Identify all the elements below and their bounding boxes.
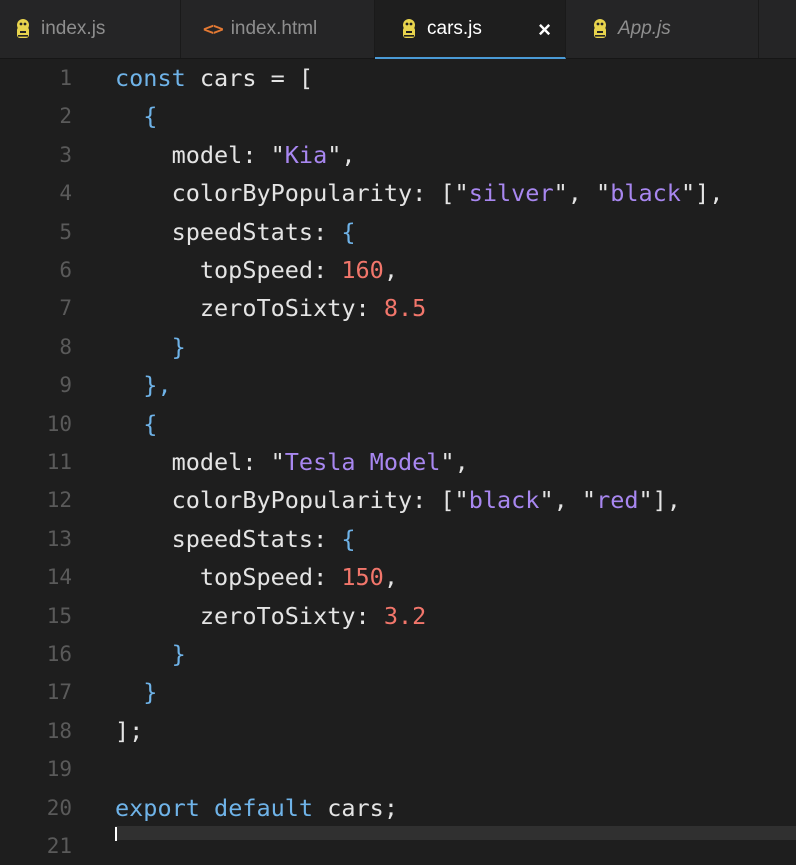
code-string: Tesla Model (284, 448, 441, 476)
code-keyword: default (214, 793, 314, 822)
code-brace: } (171, 640, 186, 668)
code-text: colorByPopularity: [" (171, 179, 469, 208)
code-text: ", " (553, 179, 611, 208)
code-number: 160 (341, 256, 384, 284)
code-line-12: colorByPopularity: ["black", "red"], (115, 481, 681, 519)
code-text: speedStats: (171, 217, 342, 246)
tab-label: index.js (41, 18, 106, 39)
line-number: 17 (46, 680, 72, 705)
code-brace: { (341, 217, 356, 246)
line-number: 14 (46, 565, 72, 590)
code-text: "], (638, 486, 681, 515)
code-line-9: }, (115, 366, 172, 404)
code-number: 150 (341, 563, 384, 592)
js-icon (403, 18, 415, 38)
code-text: speedStats: (171, 524, 342, 553)
code-text: ", (327, 140, 356, 169)
close-icon[interactable]: × (538, 17, 551, 43)
line-number: 18 (46, 718, 72, 743)
line-number: 1 (59, 66, 72, 90)
code-text: topSpeed: (199, 563, 342, 592)
code-line-11: model: "Tesla Model", (115, 443, 469, 481)
line-number: 12 (46, 488, 72, 513)
code-brace: } (143, 678, 158, 707)
code-text: topSpeed: (199, 256, 342, 284)
code-line-1: const cars = [ (115, 59, 313, 97)
js-icon (594, 19, 606, 38)
code-brace: } (171, 332, 186, 361)
code-text: "], (680, 179, 724, 208)
code-editor[interactable]: 1 2 3 4 5 6 7 8 9 10 11 12 13 14 15 16 1… (0, 59, 796, 858)
code-line-2: { (115, 97, 157, 135)
code-number: 8.5 (383, 294, 427, 323)
line-number: 6 (59, 258, 72, 282)
tab-label: index.html (230, 18, 318, 39)
code-text: zeroToSixty: (199, 601, 384, 630)
code-line-13: speedStats: { (115, 520, 356, 558)
current-line-highlight (115, 826, 796, 840)
code-line-15: zeroToSixty: 3.2 (115, 597, 426, 635)
code-text: , (383, 563, 398, 592)
code-line-10: { (115, 405, 157, 443)
code-line-5: speedStats: { (115, 213, 356, 251)
tab-cars-js[interactable]: cars.js × (375, 0, 566, 59)
code-keyword: export (115, 793, 200, 822)
code-string: Kia (284, 140, 328, 169)
code-string: silver (468, 179, 554, 208)
code-string: black (610, 179, 681, 208)
code-text: ]; (115, 716, 144, 745)
line-number: 21 (46, 834, 72, 858)
line-number: 20 (46, 795, 72, 820)
code-line-3: model: "Kia", (115, 136, 356, 174)
code-brace: { (341, 524, 356, 553)
line-number: 10 (46, 411, 72, 436)
line-number: 8 (59, 334, 72, 359)
text-cursor (115, 827, 117, 841)
code-text: colorByPopularity: [" (171, 486, 469, 515)
code-line-8: } (115, 328, 186, 366)
code-line-14: topSpeed: 150, (115, 558, 398, 596)
line-number: 19 (46, 757, 72, 782)
line-number: 7 (59, 296, 72, 321)
tab-index-html[interactable]: <> index.html (181, 0, 375, 58)
code-string: red (596, 486, 639, 515)
code-text: zeroToSixty: (199, 294, 384, 323)
code-string: black (468, 486, 540, 515)
line-number: 2 (59, 104, 72, 129)
code-brace: }, (143, 371, 172, 400)
line-number: 15 (46, 603, 72, 628)
tab-app-js[interactable]: App.js (566, 0, 759, 58)
code-line-18: ]; (115, 712, 143, 750)
line-number: 5 (59, 219, 72, 244)
html-icon: <> (203, 18, 224, 40)
code-text: ", " (539, 486, 597, 515)
line-number: 13 (46, 526, 72, 551)
code-text: model: " (171, 140, 285, 169)
code-brace: { (143, 102, 158, 131)
tab-index-js[interactable]: index.js (0, 0, 181, 58)
tab-label: cars.js (427, 17, 482, 39)
tab-bar: index.js <> index.html cars.js × App.js (0, 0, 796, 59)
line-number: 11 (46, 450, 72, 474)
js-icon (17, 19, 29, 38)
code-line-7: zeroToSixty: 8.5 (115, 289, 426, 327)
code-line-17: } (115, 673, 157, 711)
line-number: 9 (59, 373, 72, 398)
code-brace: { (143, 409, 158, 438)
line-number: 3 (59, 142, 72, 167)
code-line-20: export default cars; (115, 789, 398, 827)
code-text: cars = [ (185, 64, 314, 92)
code-line-4: colorByPopularity: ["silver", "black"], (115, 174, 724, 212)
line-number: 16 (46, 642, 72, 666)
code-line-6: topSpeed: 160, (115, 251, 398, 289)
code-keyword: const (115, 64, 186, 92)
code-line-16: } (115, 635, 186, 673)
tab-label: App.js (618, 18, 671, 39)
code-text: , (383, 256, 398, 284)
code-text: cars; (313, 793, 398, 822)
code-text: ", (440, 448, 469, 476)
code-text: model: " (171, 448, 285, 476)
line-number: 4 (59, 181, 72, 206)
code-number: 3.2 (383, 601, 427, 630)
